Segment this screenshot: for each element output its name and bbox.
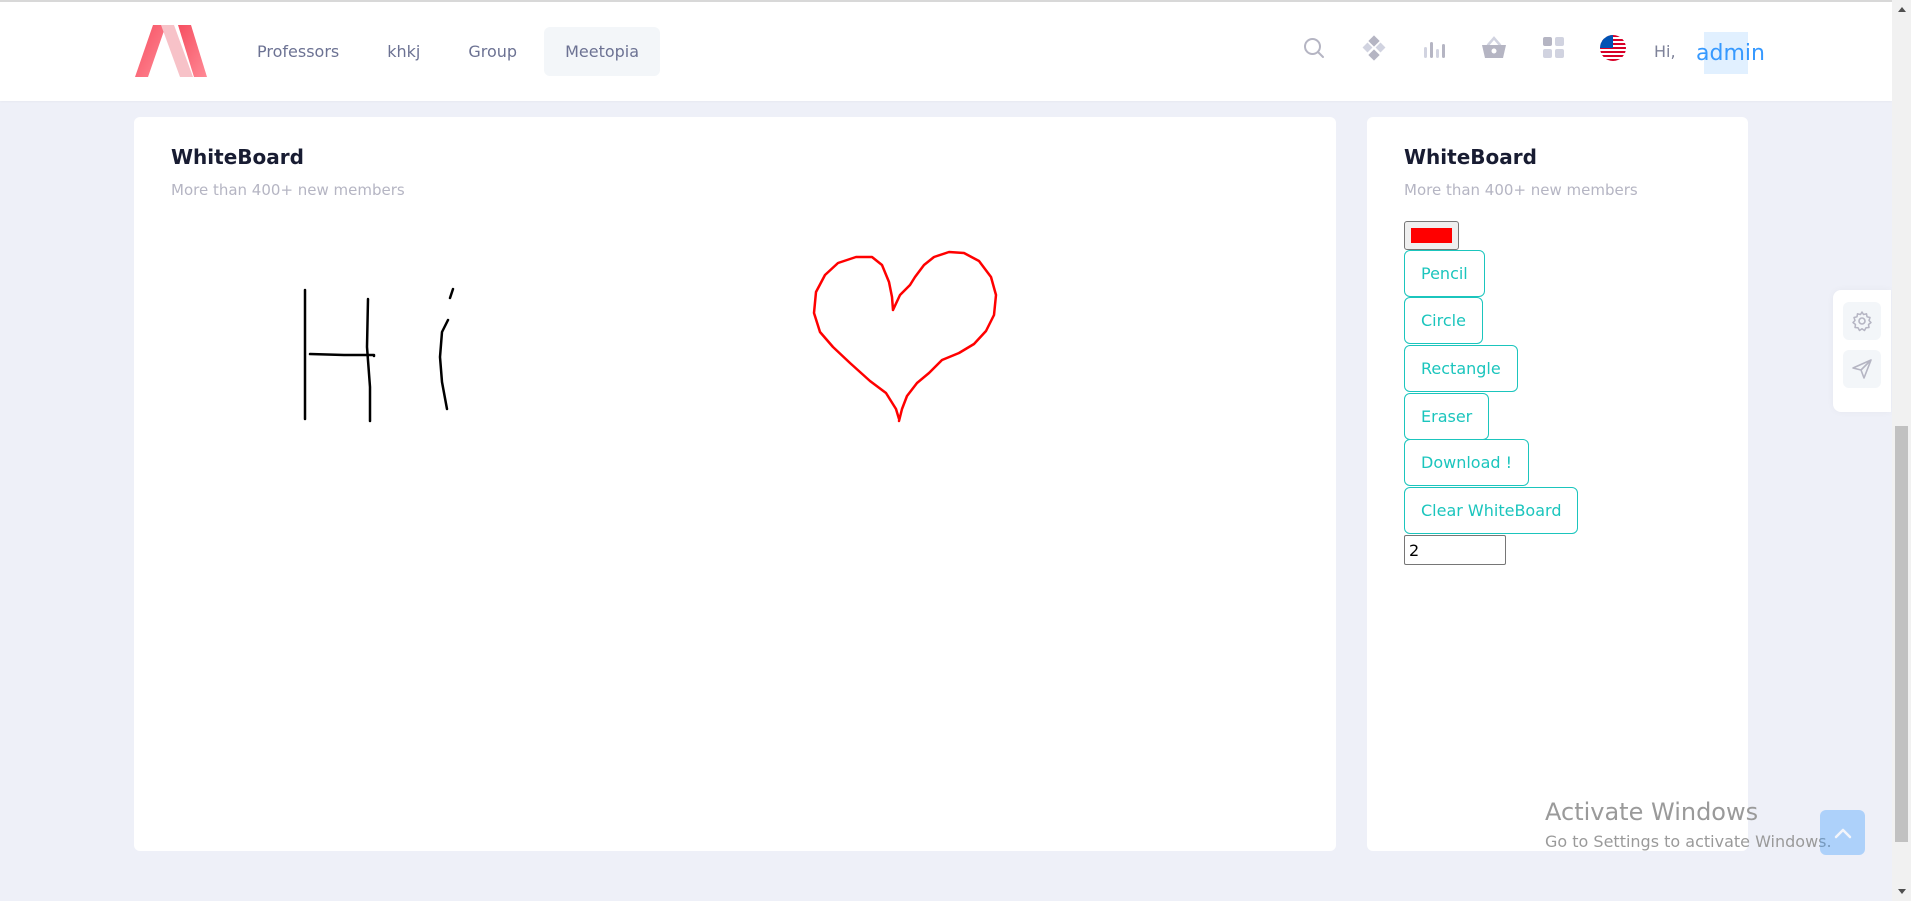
scroll-up-arrow-icon[interactable] (1896, 3, 1908, 15)
scrollbar-thumb[interactable] (1895, 426, 1908, 842)
activation-watermark-subtitle: Go to Settings to activate Windows. (1545, 832, 1832, 851)
diamond-grid-icon[interactable] (1359, 33, 1389, 63)
whiteboard-tools-card: WhiteBoard More than 400+ new members Pe… (1367, 117, 1748, 851)
greeting-text: Hi, (1654, 42, 1676, 61)
user-menu-toggle[interactable]: admin (1694, 32, 1767, 74)
clear-whiteboard-button[interactable]: Clear WhiteBoard (1404, 487, 1579, 534)
pencil-button[interactable]: Pencil (1404, 250, 1485, 297)
nav-professors[interactable]: Professors (236, 27, 360, 76)
scroll-down-arrow-icon[interactable] (1896, 886, 1908, 898)
side-toolbar (1833, 290, 1891, 412)
color-picker-swatch (1411, 228, 1452, 243)
brush-size-input[interactable] (1404, 535, 1506, 565)
nav-meetopia[interactable]: Meetopia (544, 27, 661, 76)
scroll-to-top-button[interactable] (1820, 810, 1865, 855)
stroke-i-body (438, 318, 450, 411)
nav-khkj[interactable]: khkj (366, 27, 441, 76)
us-flag-icon[interactable] (1598, 33, 1628, 63)
tools-card-subtitle: More than 400+ new members (1404, 181, 1638, 199)
stroke-h-right (365, 297, 372, 423)
eraser-button[interactable]: Eraser (1404, 393, 1490, 440)
activation-watermark-title: Activate Windows (1545, 798, 1759, 826)
whiteboard-card: WhiteBoard More than 400+ new members (134, 117, 1336, 851)
nav-group[interactable]: Group (447, 27, 538, 76)
gear-icon[interactable] (1843, 302, 1881, 340)
color-picker[interactable] (1404, 221, 1459, 250)
stroke-i-dot (448, 287, 455, 300)
brand-logo[interactable] (133, 25, 207, 77)
search-icon[interactable] (1299, 33, 1329, 63)
chevron-up-icon (1834, 828, 1851, 838)
top-header: Professors khkj Group Meetopia Hi, admin (0, 2, 1892, 101)
download-button[interactable]: Download ! (1404, 439, 1530, 486)
apps-icon[interactable] (1539, 33, 1569, 63)
basket-icon[interactable] (1479, 33, 1509, 63)
send-icon[interactable] (1843, 350, 1881, 388)
rectangle-button[interactable]: Rectangle (1404, 345, 1518, 392)
bar-chart-icon[interactable] (1419, 33, 1449, 63)
tools-card-title: WhiteBoard (1404, 145, 1537, 169)
stroke-h-bar (308, 352, 376, 358)
circle-button[interactable]: Circle (1404, 297, 1483, 344)
main-nav: Professors khkj Group Meetopia (236, 27, 661, 77)
whiteboard-canvas[interactable] (134, 117, 1336, 851)
stroke-heart (812, 250, 998, 423)
